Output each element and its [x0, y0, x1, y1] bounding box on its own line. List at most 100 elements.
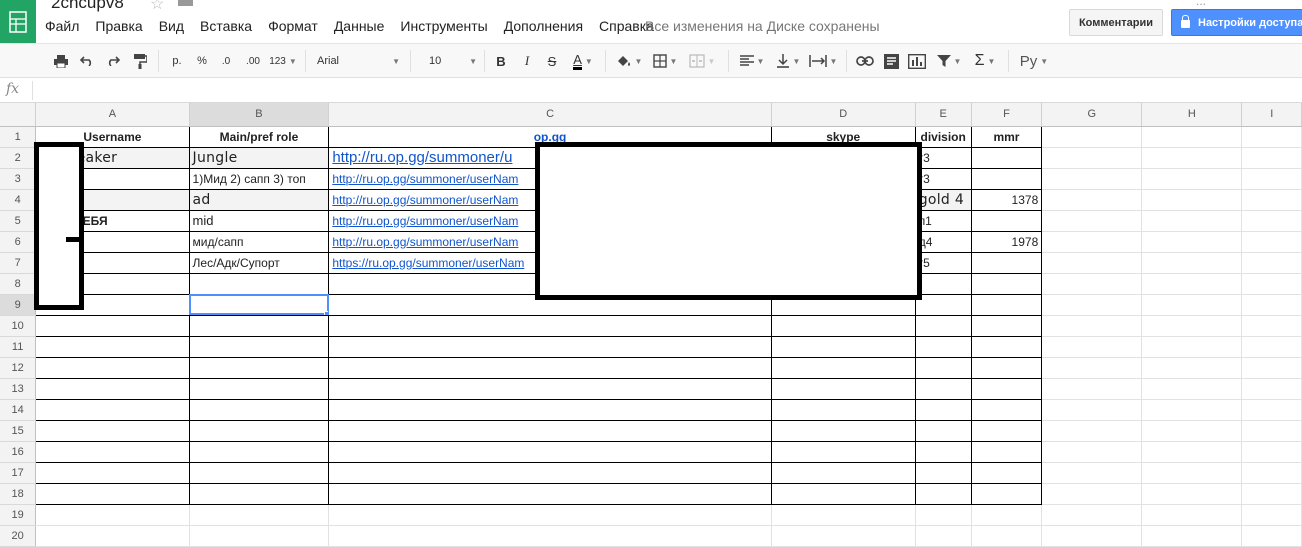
- cell[interactable]: [1241, 231, 1302, 253]
- cell[interactable]: [328, 315, 772, 337]
- cell[interactable]: [915, 483, 972, 505]
- cell[interactable]: [915, 441, 972, 463]
- row-header[interactable]: 12: [0, 357, 37, 379]
- cell[interactable]: [35, 378, 190, 400]
- cell[interactable]: [1241, 126, 1302, 148]
- cell[interactable]: [771, 441, 916, 463]
- op-gg-link[interactable]: http://ru.op.gg/summoner/userNam: [332, 214, 518, 228]
- cell[interactable]: [1041, 273, 1143, 295]
- cell-f4[interactable]: 1378: [971, 189, 1043, 211]
- merge-cells-button[interactable]: ▼: [685, 52, 719, 70]
- cell[interactable]: [189, 483, 330, 505]
- row-header[interactable]: 15: [0, 420, 37, 442]
- row-header[interactable]: 5: [0, 210, 37, 232]
- cell[interactable]: [328, 462, 772, 484]
- cell[interactable]: [1041, 336, 1143, 358]
- cell[interactable]: [971, 357, 1043, 379]
- cell[interactable]: [771, 420, 916, 442]
- cell[interactable]: [1141, 126, 1243, 148]
- cell[interactable]: [971, 441, 1043, 463]
- cell[interactable]: [915, 462, 972, 484]
- cell[interactable]: [1141, 525, 1243, 547]
- op-gg-link[interactable]: http://ru.op.gg/summoner/u: [332, 149, 512, 166]
- cell[interactable]: [971, 462, 1043, 484]
- star-icon[interactable]: ☆: [150, 0, 164, 14]
- cell[interactable]: [328, 441, 772, 463]
- horizontal-align-button[interactable]: ▼: [736, 52, 768, 70]
- cell[interactable]: [1141, 231, 1243, 253]
- cell[interactable]: [1141, 210, 1243, 232]
- cell[interactable]: [1241, 504, 1302, 526]
- cell[interactable]: [1141, 441, 1243, 463]
- cell[interactable]: [1241, 420, 1302, 442]
- cell[interactable]: [971, 273, 1043, 295]
- cell[interactable]: [771, 357, 916, 379]
- cell[interactable]: [35, 336, 190, 358]
- cell[interactable]: [1141, 357, 1243, 379]
- row-header[interactable]: 10: [0, 315, 37, 337]
- borders-button[interactable]: ▼: [650, 52, 680, 70]
- menu-addons[interactable]: Дополнения: [504, 18, 583, 34]
- cell-e2[interactable]: г3: [915, 147, 972, 169]
- cell-f1[interactable]: mmr: [971, 126, 1043, 148]
- fill-color-button[interactable]: ▼: [613, 52, 645, 70]
- row-header[interactable]: 18: [0, 483, 37, 505]
- cell[interactable]: [1141, 462, 1243, 484]
- row-header[interactable]: 16: [0, 441, 37, 463]
- cell[interactable]: [1041, 420, 1143, 442]
- cell[interactable]: [328, 399, 772, 421]
- column-header[interactable]: D: [771, 103, 916, 127]
- folder-icon[interactable]: [178, 0, 193, 6]
- cell[interactable]: [771, 315, 916, 337]
- cell[interactable]: [328, 357, 772, 379]
- menu-format[interactable]: Формат: [268, 18, 318, 34]
- insert-link-icon[interactable]: [854, 52, 876, 70]
- cell[interactable]: [971, 525, 1043, 547]
- cell[interactable]: [1241, 252, 1302, 274]
- cell[interactable]: [1241, 210, 1302, 232]
- row-header[interactable]: 11: [0, 336, 37, 358]
- cell[interactable]: [35, 504, 190, 526]
- cell[interactable]: [1241, 315, 1302, 337]
- cell-b7[interactable]: Лес/Адк/Супорт: [189, 252, 330, 274]
- cell[interactable]: [1041, 147, 1143, 169]
- cell[interactable]: [771, 504, 916, 526]
- cell-e5[interactable]: п1: [915, 210, 972, 232]
- cell[interactable]: [771, 462, 916, 484]
- menu-data[interactable]: Данные: [334, 18, 385, 34]
- cell[interactable]: [189, 462, 330, 484]
- fill-handle[interactable]: [324, 310, 328, 314]
- cell-f2[interactable]: [971, 147, 1043, 169]
- column-header[interactable]: A: [35, 103, 190, 127]
- cell[interactable]: [915, 315, 972, 337]
- column-header[interactable]: I: [1241, 103, 1302, 127]
- select-all-corner[interactable]: [0, 103, 37, 127]
- cell[interactable]: [1241, 168, 1302, 190]
- column-header[interactable]: H: [1141, 103, 1243, 127]
- cell[interactable]: [1141, 315, 1243, 337]
- cell[interactable]: [1141, 420, 1243, 442]
- cell[interactable]: [971, 420, 1043, 442]
- row-header[interactable]: 8: [0, 273, 37, 295]
- cell[interactable]: [189, 378, 330, 400]
- cell[interactable]: [189, 336, 330, 358]
- row-header[interactable]: 1: [0, 126, 37, 148]
- cell[interactable]: [1141, 504, 1243, 526]
- input-tools-button[interactable]: Ру ▼: [1016, 52, 1052, 70]
- comments-button[interactable]: Комментарии: [1069, 9, 1163, 36]
- cell-b4[interactable]: ad: [189, 189, 330, 211]
- increase-decimal-button[interactable]: .00: [242, 52, 264, 70]
- cell[interactable]: [1041, 504, 1143, 526]
- document-title[interactable]: 2chcupv8: [51, 0, 124, 13]
- cell[interactable]: [189, 315, 330, 337]
- cell[interactable]: [915, 420, 972, 442]
- column-header[interactable]: G: [1041, 103, 1143, 127]
- cell[interactable]: [1141, 378, 1243, 400]
- decrease-decimal-button[interactable]: .0: [217, 52, 235, 70]
- cell-b6[interactable]: мид/сапп: [189, 231, 330, 253]
- cell-e3[interactable]: г3: [915, 168, 972, 190]
- insert-comment-icon[interactable]: [881, 52, 901, 70]
- cell[interactable]: [1141, 336, 1243, 358]
- cell[interactable]: [328, 378, 772, 400]
- cell[interactable]: [189, 420, 330, 442]
